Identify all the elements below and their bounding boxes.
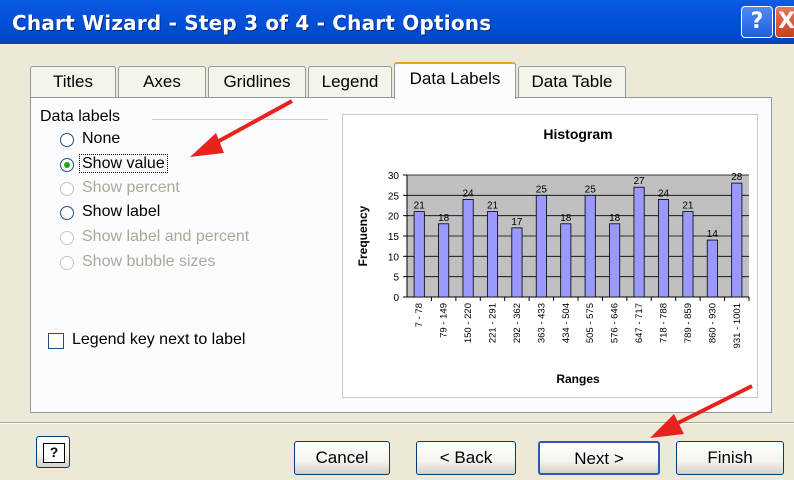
histogram-bar <box>486 211 499 298</box>
data-label: 24 <box>463 188 475 199</box>
x-tick-label: 647 - 717 <box>634 303 645 343</box>
data-label: 25 <box>585 184 597 195</box>
radio-selected-dot <box>64 162 70 168</box>
data-label: 25 <box>536 184 548 195</box>
histogram-bar <box>731 182 743 298</box>
radio-label: Show label and percent <box>82 228 250 245</box>
radio-button <box>60 182 74 196</box>
radio-label: Show value <box>79 154 168 173</box>
group-title: Data labels <box>40 108 125 126</box>
x-tick-label: 434 - 504 <box>561 303 572 343</box>
data-label: 21 <box>487 201 499 212</box>
group-divider <box>152 119 328 120</box>
x-tick-label: 718 - 788 <box>659 303 670 343</box>
histogram-bar <box>584 194 596 298</box>
title-bar: Chart Wizard - Step 3 of 4 - Chart Optio… <box>0 0 794 44</box>
data-label: 18 <box>609 213 621 224</box>
help-button[interactable]: ? <box>36 436 70 468</box>
x-tick-label: 505 - 575 <box>585 303 596 343</box>
radio-label: Show bubble sizes <box>82 253 216 270</box>
y-tick-label: 30 <box>388 171 400 182</box>
back-button[interactable]: < Back <box>416 441 516 475</box>
finish-button[interactable]: Finish <box>676 441 784 475</box>
histogram-bar <box>511 227 523 298</box>
legend-key-checkbox[interactable] <box>48 333 64 349</box>
x-axis-label: Ranges <box>556 372 600 386</box>
radio-button[interactable] <box>60 206 74 220</box>
chart-title: Histogram <box>543 126 612 142</box>
radio-label: None <box>82 130 121 147</box>
y-tick-label: 0 <box>393 293 399 304</box>
x-tick-label: 789 - 859 <box>683 303 694 343</box>
radio-button[interactable] <box>60 158 74 172</box>
data-label: 27 <box>634 176 646 187</box>
tab-data-labels[interactable]: Data Labels <box>394 62 516 99</box>
tab-data-table[interactable]: Data Table <box>518 66 626 98</box>
data-label: 14 <box>707 229 719 240</box>
histogram-bar <box>682 211 694 298</box>
data-label: 24 <box>658 188 670 199</box>
y-tick-label: 5 <box>393 273 399 284</box>
tab-gridlines[interactable]: Gridlines <box>208 66 306 98</box>
x-tick-label: 931 - 1001 <box>732 303 743 348</box>
window-title: Chart Wizard - Step 3 of 4 - Chart Optio… <box>12 11 492 35</box>
radio-label: Show percent <box>82 179 180 196</box>
radio-button[interactable] <box>60 133 74 147</box>
histogram-bar <box>560 223 572 298</box>
histogram-bar <box>413 211 425 298</box>
histogram-bar <box>535 194 547 298</box>
x-tick-label: 576 - 646 <box>610 303 621 343</box>
histogram-bar <box>462 199 474 298</box>
histogram-chart: Histogram 0 5 10 15 20 25 30 21 7 - 78 18 79 - 149 2… <box>356 126 750 386</box>
chart-wizard-window: Chart Wizard - Step 3 of 4 - Chart Optio… <box>0 0 794 480</box>
x-tick-label: 7 - 78 <box>414 303 425 327</box>
cancel-button[interactable]: Cancel <box>294 441 390 475</box>
tab-legend[interactable]: Legend <box>308 66 392 98</box>
y-tick-label: 20 <box>388 212 400 223</box>
histogram-bar <box>706 239 718 298</box>
x-tick-label: 363 - 433 <box>536 303 547 343</box>
next-button[interactable]: Next > <box>538 441 660 475</box>
data-label: 17 <box>511 217 523 228</box>
radio-button <box>60 256 74 270</box>
data-label: 21 <box>682 201 694 212</box>
x-tick-label: 79 - 149 <box>439 303 450 338</box>
y-tick-label: 15 <box>388 232 400 243</box>
chart-preview: Histogram 0 5 10 15 20 25 30 21 7 - 78 18 79 - 149 2… <box>342 114 758 398</box>
radio-label: Show label <box>82 203 161 220</box>
histogram-bar <box>609 223 621 298</box>
data-label: 18 <box>560 213 572 224</box>
help-title-button[interactable]: ? <box>741 6 773 38</box>
data-label: 18 <box>438 213 450 224</box>
data-label: 28 <box>731 172 743 183</box>
legend-key-label: Legend key next to label <box>72 331 246 348</box>
tab-titles[interactable]: Titles <box>30 66 116 98</box>
x-tick-label: 150 - 220 <box>463 303 474 343</box>
y-tick-label: 10 <box>388 252 400 263</box>
x-tick-label: 860 - 930 <box>707 303 718 343</box>
histogram-bar <box>438 223 450 298</box>
x-tick-label: 292 - 362 <box>512 303 523 343</box>
radio-button <box>60 231 74 245</box>
x-tick-label: 221 - 291 <box>488 303 499 343</box>
button-divider <box>0 422 794 424</box>
tab-axes[interactable]: Axes <box>118 66 206 98</box>
data-label: 21 <box>414 201 426 212</box>
y-tick-label: 25 <box>388 191 400 202</box>
y-axis-label: Frequency <box>356 205 370 266</box>
close-button[interactable]: X <box>775 6 794 38</box>
histogram-bar <box>657 199 670 298</box>
help-icon: ? <box>43 443 65 463</box>
histogram-bar <box>633 186 645 298</box>
